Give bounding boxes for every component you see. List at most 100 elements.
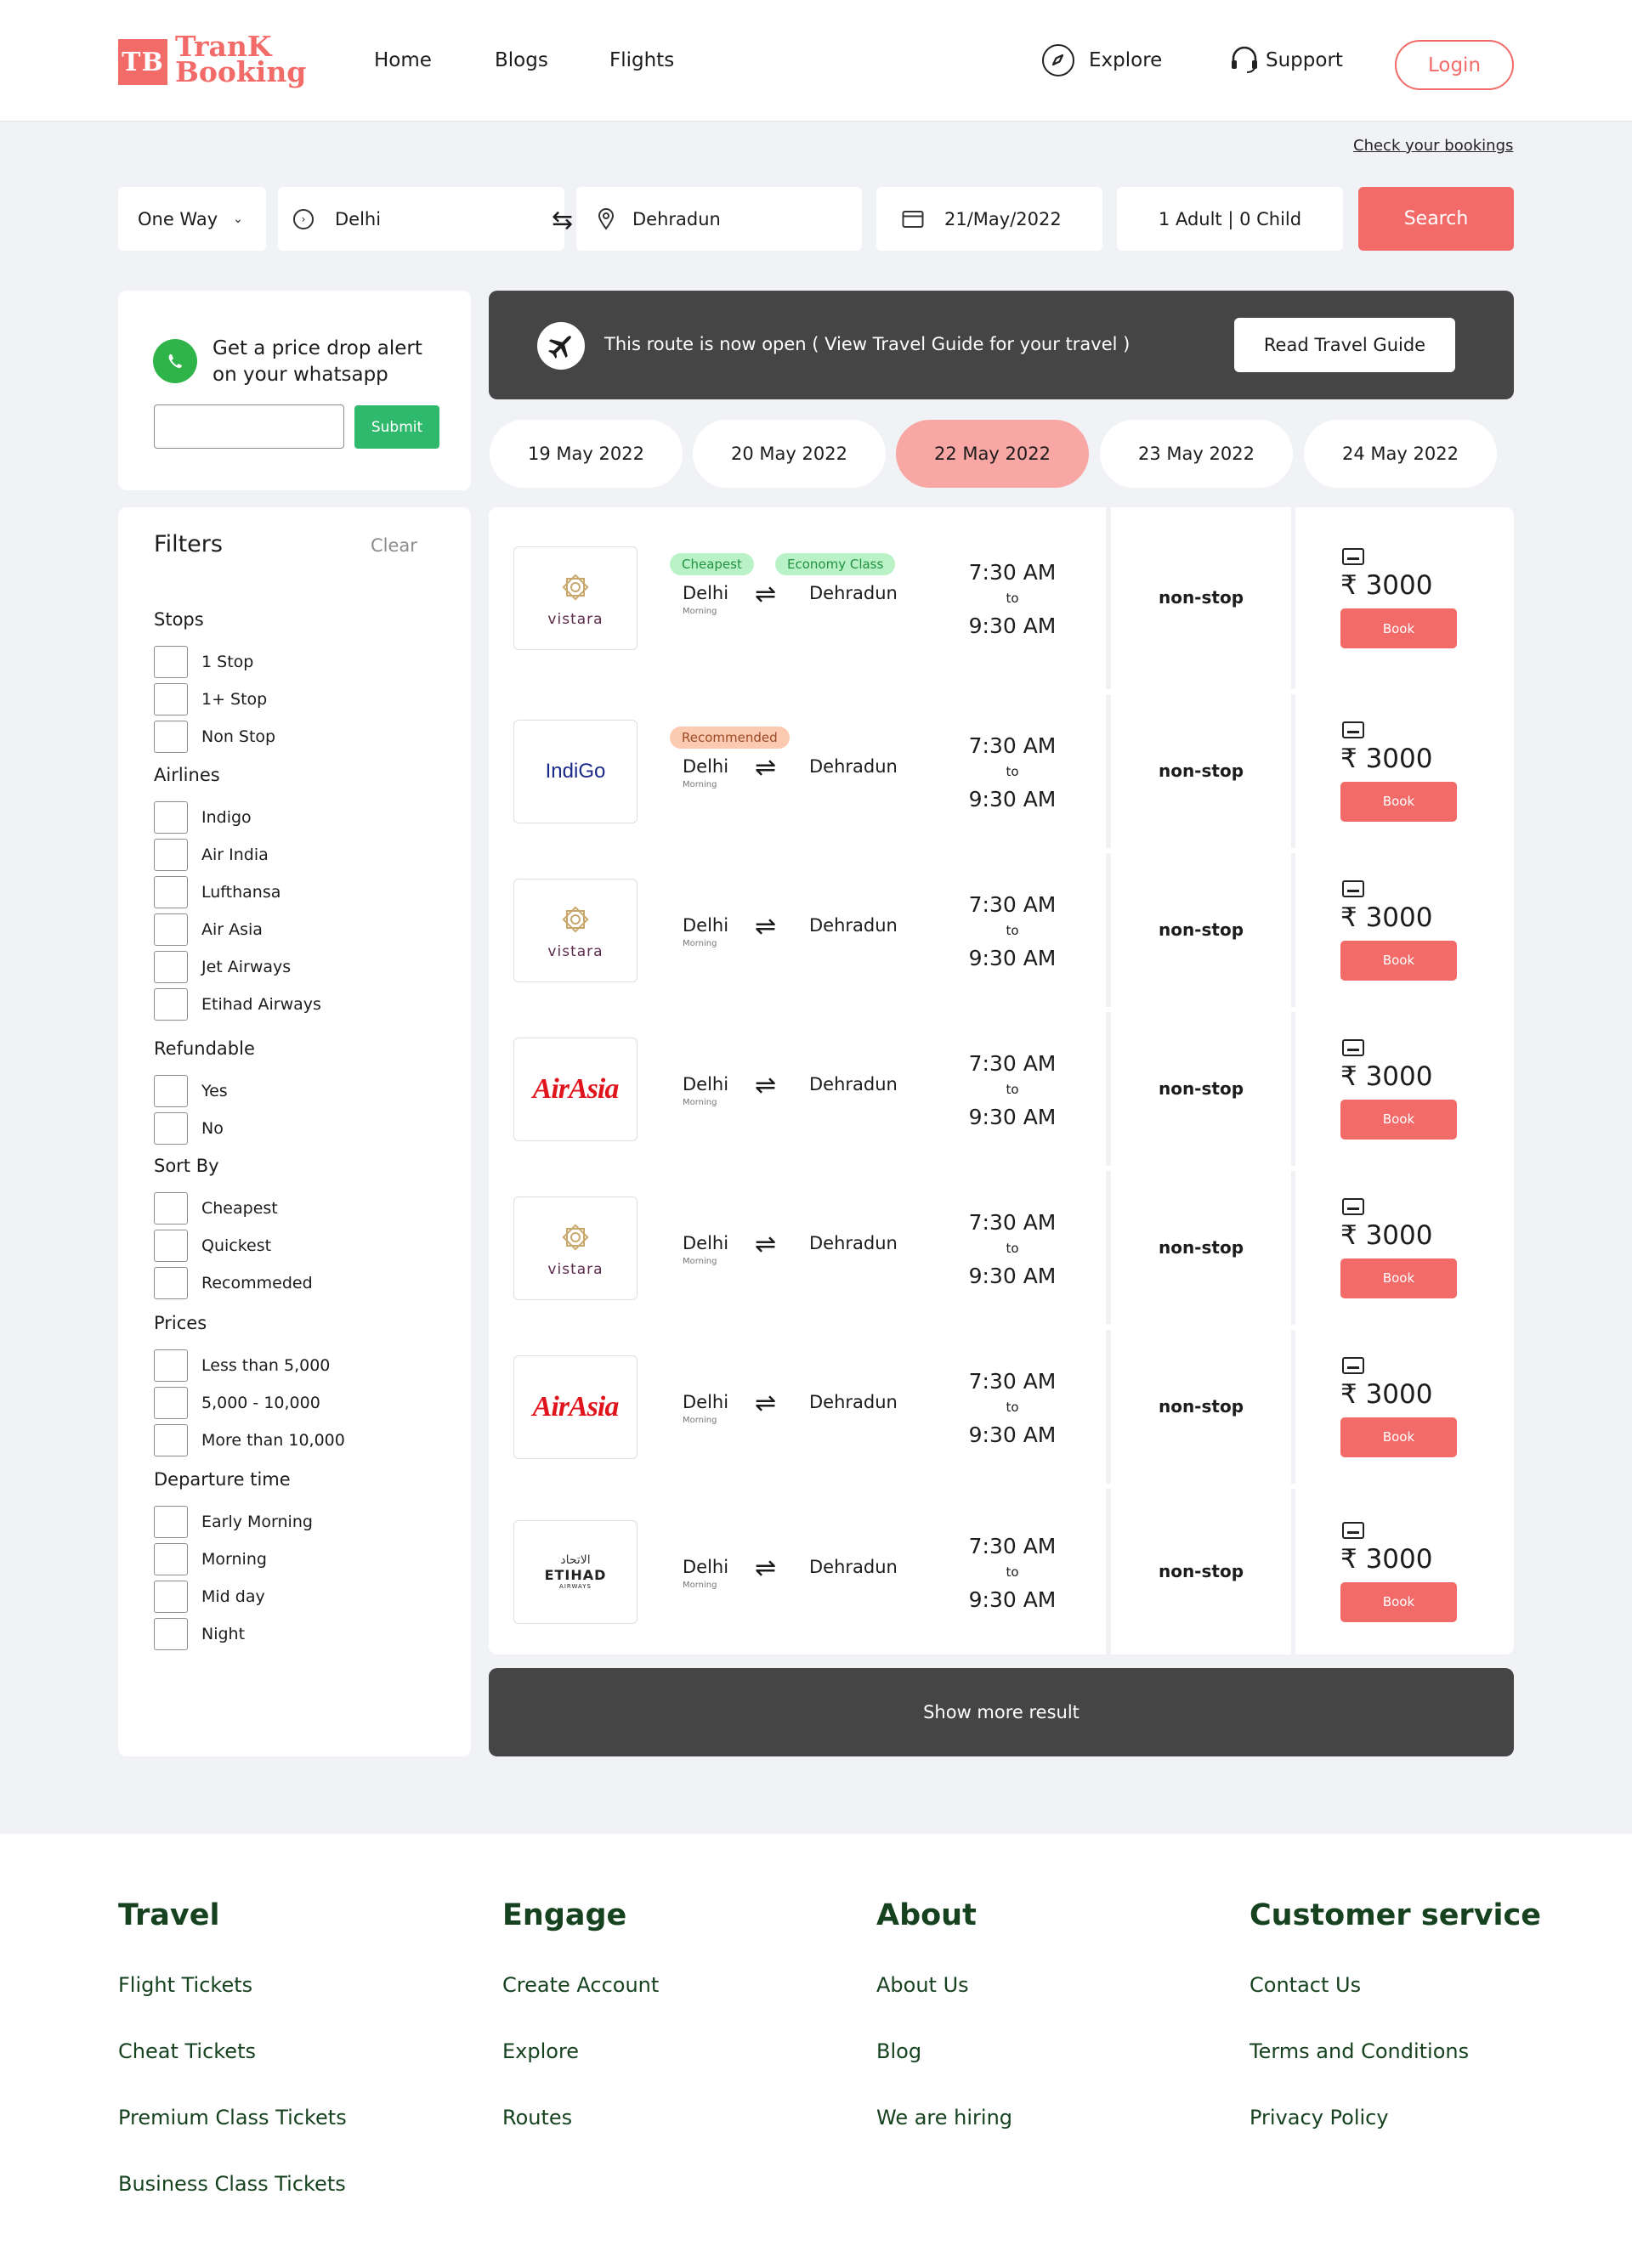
checkbox[interactable] [154,1387,188,1419]
travellers-field[interactable]: 1 Adult | 0 Child [1117,187,1343,251]
filter-option[interactable]: 5,000 - 10,000 [154,1387,320,1419]
whatsapp-number-input[interactable] [154,404,344,449]
read-travel-guide-button[interactable]: Read Travel Guide [1234,318,1455,372]
destination-city: Dehradun [809,1073,898,1094]
date-field[interactable]: 21/May/2022 [876,187,1102,251]
check-bookings-link[interactable]: Check your bookings [1353,137,1513,155]
filter-option[interactable]: Early Morning [154,1506,313,1538]
footer-link[interactable]: We are hiring [876,2106,1012,2129]
checkbox[interactable] [154,1506,188,1538]
login-button[interactable]: Login [1395,40,1514,90]
nav-flights-link[interactable]: Flights [609,49,674,71]
book-button[interactable]: Book [1340,1581,1457,1622]
submit-button[interactable]: Submit [354,405,439,449]
footer-link[interactable]: Routes [502,2106,572,2129]
nav-support-link[interactable]: Support [1266,49,1343,71]
swap-icon[interactable]: ⇆ [552,206,573,235]
footer-link[interactable]: Create Account [502,1973,659,1997]
filter-option[interactable]: Recommeded [154,1267,313,1299]
book-button[interactable]: Book [1340,781,1457,822]
to-label: to [1006,591,1019,606]
book-button[interactable]: Book [1340,608,1457,648]
checkbox[interactable] [154,1349,188,1382]
book-button[interactable]: Book [1340,1417,1457,1457]
checkbox[interactable] [154,1230,188,1262]
book-button[interactable]: Book [1340,940,1457,981]
ticket-icon [1342,721,1364,738]
from-city-value: Delhi [335,208,382,229]
footer-link[interactable]: Contact Us [1250,1973,1361,1997]
search-button[interactable]: Search [1358,187,1514,251]
origin-time-of-day: Morning [683,1415,717,1425]
checkbox[interactable] [154,951,188,983]
filter-option[interactable]: Mid day [154,1581,265,1613]
checkbox[interactable] [154,801,188,834]
to-city-field[interactable]: Dehradun [576,187,862,251]
flight-row: vistara Delhi Morning ⇌ Dehradun 7:30 AM to 9:3… [489,1171,1514,1325]
checkbox[interactable] [154,988,188,1021]
date-tab[interactable]: 20 May 2022 [693,420,886,488]
show-more-button[interactable]: Show more result [489,1668,1514,1756]
brand-logo-text[interactable]: TranK Booking [175,32,306,86]
filter-option[interactable]: Etihad Airways [154,988,321,1021]
checkbox[interactable] [154,876,188,908]
footer-link[interactable]: Privacy Policy [1250,2106,1389,2129]
filter-option[interactable]: Air India [154,839,269,871]
nav-blogs-link[interactable]: Blogs [495,49,548,71]
filter-option[interactable]: 1 Stop [154,646,253,678]
footer-link[interactable]: Terms and Conditions [1250,2039,1469,2063]
checkbox[interactable] [154,913,188,946]
filter-option[interactable]: Morning [154,1543,267,1575]
footer-link[interactable]: Flight Tickets [118,1973,252,1997]
footer-link[interactable]: Cheat Tickets [118,2039,256,2063]
filter-option[interactable]: Jet Airways [154,951,291,983]
checkbox[interactable] [154,646,188,678]
checkbox[interactable] [154,1543,188,1575]
filter-option[interactable]: Cheapest [154,1192,278,1224]
date-tab[interactable]: 19 May 2022 [490,420,683,488]
checkbox[interactable] [154,1581,188,1613]
arrival-time: 9:30 AM [968,1422,1057,1447]
ticket-icon [1342,1356,1364,1374]
filter-option[interactable]: No [154,1112,224,1145]
checkbox[interactable] [154,1192,188,1224]
filter-option[interactable]: More than 10,000 [154,1424,345,1456]
checkbox[interactable] [154,721,188,753]
date-tab[interactable]: 24 May 2022 [1304,420,1497,488]
stops-label: non-stop [1158,919,1244,940]
filter-option[interactable]: Yes [154,1075,228,1107]
clear-filters-button[interactable]: Clear [371,535,417,556]
footer-link[interactable]: Explore [502,2039,579,2063]
checkbox[interactable] [154,683,188,715]
footer-link[interactable]: Blog [876,2039,921,2063]
checkbox[interactable] [154,1112,188,1145]
nav-explore-link[interactable]: Explore [1089,49,1162,71]
filter-option[interactable]: Indigo [154,801,252,834]
footer-link[interactable]: Premium Class Tickets [118,2106,347,2129]
from-city-field[interactable]: › Delhi [278,187,564,251]
trip-type-select[interactable]: One Way ⌄ [118,187,266,251]
footer-link[interactable]: About Us [876,1973,969,1997]
compass-icon[interactable] [1042,44,1074,76]
brand-logo-mark[interactable]: TB [118,39,167,85]
filter-option[interactable]: Air Asia [154,913,263,946]
checkbox[interactable] [154,1424,188,1456]
filter-option[interactable]: Lufthansa [154,876,280,908]
book-button[interactable]: Book [1340,1258,1457,1298]
checkbox[interactable] [154,1618,188,1650]
filter-option[interactable]: Night [154,1618,245,1650]
filter-option[interactable]: Non Stop [154,721,275,753]
filter-option[interactable]: Quickest [154,1230,271,1262]
book-button[interactable]: Book [1340,1099,1457,1140]
checkbox[interactable] [154,1267,188,1299]
date-tab[interactable]: 23 May 2022 [1100,420,1293,488]
filter-option-label: Lufthansa [201,883,281,902]
footer-link[interactable]: Business Class Tickets [118,2172,346,2196]
headset-icon[interactable] [1229,44,1260,75]
checkbox[interactable] [154,1075,188,1107]
nav-home-link[interactable]: Home [374,49,432,71]
date-tab-selected[interactable]: 22 May 2022 [896,420,1089,488]
filter-option[interactable]: 1+ Stop [154,683,267,715]
checkbox[interactable] [154,839,188,871]
filter-option[interactable]: Less than 5,000 [154,1349,330,1382]
